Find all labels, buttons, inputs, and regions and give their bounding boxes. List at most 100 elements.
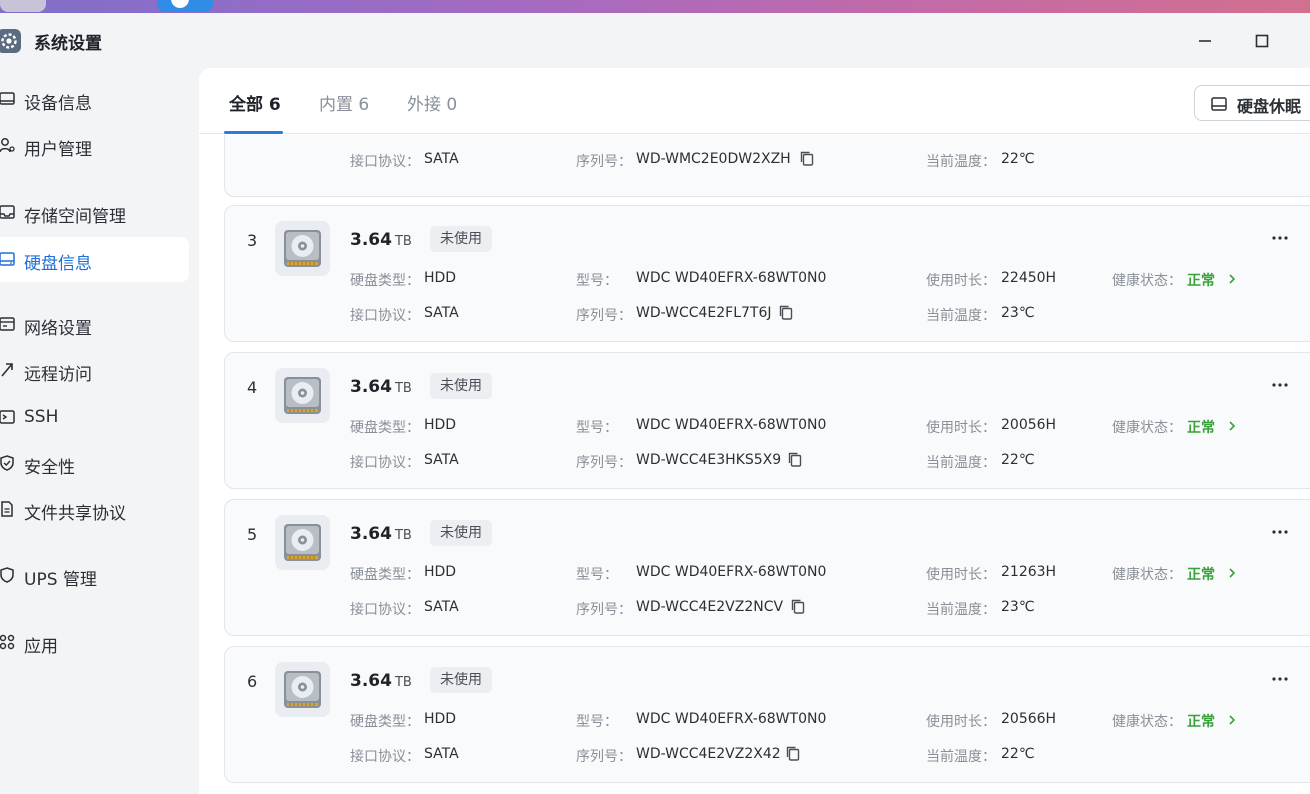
temp-label: 当前温度： bbox=[926, 602, 996, 618]
disk-index: 4 bbox=[247, 378, 258, 397]
tab-external[interactable]: 外接 0 bbox=[407, 90, 457, 115]
sidebar-item-label: 安全性 bbox=[24, 458, 75, 478]
chevron-right-icon[interactable] bbox=[1226, 420, 1238, 432]
hard-drive-graphic bbox=[284, 230, 321, 267]
model-label: 型号： bbox=[576, 567, 618, 583]
temp-label: 当前温度： bbox=[926, 455, 996, 471]
sidebar-item-ups[interactable]: UPS 管理 bbox=[0, 553, 189, 598]
minimize-button[interactable] bbox=[1193, 29, 1217, 53]
sidebar-item-network[interactable]: 网络设置 bbox=[0, 302, 189, 347]
model-value: WDC WD40EFRX-68WT0N0 bbox=[636, 417, 827, 433]
settings-window: 系统设置 设备信息 用户管理 存储空间管理 硬盘信息 网络设置 远程访问 SSH… bbox=[0, 13, 1310, 794]
disk-card-6: 6 3.64 TB 未使用 硬盘类型： HDD 型号： WDC WD40EFRX… bbox=[224, 646, 1310, 783]
tab-all[interactable]: 全部 6 bbox=[229, 90, 281, 115]
network-icon bbox=[0, 317, 15, 331]
type-label: 硬盘类型： bbox=[350, 714, 420, 730]
health-label: 健康状态： bbox=[1112, 273, 1182, 289]
main-content: 全部 6 内置 6 外接 0 硬盘休眠 接口协议： SATA 序列号： WD-W… bbox=[199, 68, 1310, 794]
copy-icon[interactable] bbox=[787, 451, 803, 468]
temp-label: 当前温度： bbox=[926, 749, 996, 765]
sidebar-item-device-info[interactable]: 设备信息 bbox=[0, 77, 189, 122]
copy-icon[interactable] bbox=[790, 598, 806, 615]
more-options-icon[interactable] bbox=[1270, 228, 1290, 248]
sidebar-item-label: 应用 bbox=[24, 637, 58, 657]
apps-icon bbox=[0, 634, 15, 650]
sidebar-item-disk-info[interactable]: 硬盘信息 bbox=[0, 237, 189, 282]
disk-capacity: 3.64 TB bbox=[350, 377, 412, 397]
serial-value: WD-WCC4E3HKS5X9 bbox=[636, 452, 782, 468]
health-label: 健康状态： bbox=[1112, 714, 1182, 730]
interface-value: SATA bbox=[424, 452, 459, 468]
sidebar-item-label: 网络设置 bbox=[24, 319, 92, 339]
sidebar-item-label: 用户管理 bbox=[24, 140, 92, 160]
usage-label: 使用时长： bbox=[926, 567, 996, 583]
usage-value: 22450H bbox=[1001, 270, 1057, 286]
disk-capacity: 3.64 TB bbox=[350, 230, 412, 250]
status-badge: 未使用 bbox=[430, 667, 492, 693]
more-options-icon[interactable] bbox=[1270, 522, 1290, 542]
settings-app-dock-icon[interactable] bbox=[0, 0, 46, 12]
model-value: WDC WD40EFRX-68WT0N0 bbox=[636, 270, 827, 286]
file-share-icon bbox=[1, 501, 13, 517]
sidebar-item-remote-access[interactable]: 远程访问 bbox=[0, 348, 189, 393]
more-options-icon[interactable] bbox=[1270, 375, 1290, 395]
sidebar-item-label: 远程访问 bbox=[24, 365, 92, 385]
disk-list: 接口协议： SATA 序列号： WD-WMC2E0DW2XZH 当前温度： 22… bbox=[199, 135, 1310, 794]
health-label: 健康状态： bbox=[1112, 420, 1182, 436]
hard-disk-icon bbox=[1211, 97, 1227, 111]
disk-index: 5 bbox=[247, 525, 258, 544]
serial-label: 序列号： bbox=[576, 308, 632, 324]
usage-label: 使用时长： bbox=[926, 714, 996, 730]
maximize-button[interactable] bbox=[1250, 29, 1274, 53]
type-value: HDD bbox=[424, 564, 457, 580]
health-value[interactable]: 正常 bbox=[1187, 711, 1215, 731]
usage-value: 21263H bbox=[1001, 564, 1057, 580]
sidebar-item-file-sharing[interactable]: 文件共享协议 bbox=[0, 487, 189, 532]
sidebar-item-storage[interactable]: 存储空间管理 bbox=[0, 190, 189, 235]
disk-card-3: 3 3.64 TB 未使用 硬盘类型： HDD 型号： WDC WD40EFRX… bbox=[224, 205, 1310, 342]
copy-icon[interactable] bbox=[799, 150, 815, 167]
sidebar-item-ssh[interactable]: SSH bbox=[0, 395, 189, 440]
copy-icon[interactable] bbox=[785, 745, 801, 762]
shield-check-icon bbox=[0, 455, 14, 471]
temp-value: 22℃ bbox=[1001, 151, 1035, 167]
model-label: 型号： bbox=[576, 420, 618, 436]
disk-sleep-button[interactable]: 硬盘休眠 bbox=[1194, 85, 1310, 121]
sidebar-item-label: 设备信息 bbox=[24, 94, 92, 114]
sidebar-item-label: 硬盘信息 bbox=[24, 254, 92, 274]
health-value[interactable]: 正常 bbox=[1187, 270, 1215, 290]
sidebar-item-apps[interactable]: 应用 bbox=[0, 620, 189, 665]
interface-label: 接口协议： bbox=[350, 308, 420, 324]
model-value: WDC WD40EFRX-68WT0N0 bbox=[636, 711, 827, 727]
disk-sleep-label: 硬盘休眠 bbox=[1237, 97, 1302, 116]
chevron-right-icon[interactable] bbox=[1226, 567, 1238, 579]
health-value[interactable]: 正常 bbox=[1187, 564, 1215, 584]
temp-value: 22℃ bbox=[1001, 746, 1035, 762]
users-icon bbox=[0, 138, 15, 153]
sidebar-item-security[interactable]: 安全性 bbox=[0, 441, 189, 486]
disk-card-5: 5 3.64 TB 未使用 硬盘类型： HDD 型号： WDC WD40EFRX… bbox=[224, 499, 1310, 636]
remote-access-icon bbox=[1, 363, 13, 377]
copy-icon[interactable] bbox=[778, 304, 794, 321]
media-app-dock-icon[interactable] bbox=[157, 0, 213, 12]
more-options-icon[interactable] bbox=[1270, 669, 1290, 689]
sidebar-item-user-management[interactable]: 用户管理 bbox=[0, 123, 189, 168]
chevron-right-icon[interactable] bbox=[1226, 714, 1238, 726]
serial-value: WD-WCC4E2VZ2X42 bbox=[636, 746, 781, 762]
tab-bar: 全部 6 内置 6 外接 0 硬盘休眠 bbox=[199, 68, 1310, 134]
hard-disk-icon bbox=[0, 252, 15, 266]
usage-value: 20566H bbox=[1001, 711, 1057, 727]
health-value[interactable]: 正常 bbox=[1187, 417, 1215, 437]
temp-label: 当前温度： bbox=[926, 154, 996, 170]
chevron-right-icon[interactable] bbox=[1226, 273, 1238, 285]
usage-value: 20056H bbox=[1001, 417, 1057, 433]
hard-drive-graphic bbox=[284, 377, 321, 414]
capacity-unit: TB bbox=[394, 675, 412, 690]
tab-internal[interactable]: 内置 6 bbox=[319, 90, 369, 115]
interface-value: SATA bbox=[424, 305, 459, 321]
minimize-icon bbox=[1199, 40, 1211, 42]
serial-value: WD-WMC2E0DW2XZH bbox=[636, 151, 791, 167]
disk-capacity: 3.64 TB bbox=[350, 524, 412, 544]
gear-icon bbox=[0, 29, 21, 53]
interface-value: SATA bbox=[424, 599, 459, 615]
